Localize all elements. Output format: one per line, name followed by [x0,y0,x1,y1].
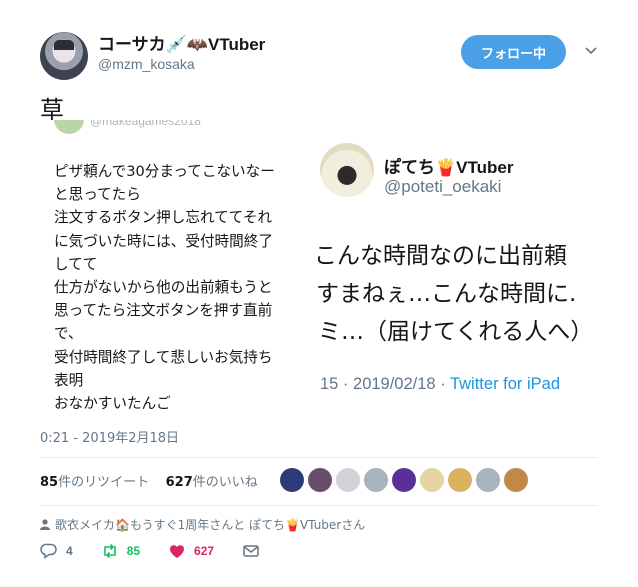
reply-context[interactable]: 歌衣メイカ🏠もうすぐ1周年さんと ぽてち🍟VTuberさん [40,516,365,533]
text-line: で、 [54,325,83,343]
author-handle[interactable]: @mzm_kosaka [98,56,195,72]
direct-message-button[interactable] [242,542,260,560]
retweet-count: 85 [126,544,141,558]
text-line: してて [54,255,98,273]
embedded-text: こんな時間なのに出前頼 すまねぇ…こんな時間に. ミ…（届けてくれる人へ） [312,237,604,351]
person-icon [40,519,50,530]
likes-label: 件のいいね [192,475,258,490]
reply-button[interactable]: 4 [40,542,73,560]
cropped-avatar [54,120,84,134]
embedded-display-name: ぽてち🍟VTuber [384,158,514,177]
text-line: おなかすいたんご [54,395,171,412]
retweet-icon [103,543,116,559]
liker-avatars [280,468,528,492]
author-avatar[interactable] [40,32,88,80]
liker-avatar[interactable] [420,468,444,492]
liker-avatar[interactable] [476,468,500,492]
author-display-name[interactable]: コーサカ💉🦇VTuber [98,30,265,55]
attached-image-left[interactable]: @makeagames2018 ピザ頼んで30分まってこないなー と思ってたら … [40,120,302,412]
retweet-button[interactable]: 85 [101,542,140,560]
text-line: こんな時間なのに出前頼 [314,243,567,269]
tweet-stats[interactable]: 85件のリツイート 627件のいいね [40,471,258,490]
action-bar: 4 85 627 [40,542,288,560]
reply-count: 4 [66,544,73,558]
tweet-timestamp[interactable]: 0:21 - 2019年2月18日 [40,427,179,446]
text-line: ピザ頼んで30分まってこないなー [54,163,275,180]
text-line: に気づいた時には、受付時間終了 [54,232,273,250]
liker-avatar[interactable] [448,468,472,492]
reply-icon [40,543,57,559]
text-line: と思ってたら [54,186,141,204]
attached-image-right[interactable]: ぽてち🍟VTuber @poteti_oekaki こんな時間なのに出前頼 すま… [312,135,604,412]
retweets-label: 件のリツイート [58,475,150,490]
divider [40,457,598,458]
following-button[interactable]: フォロー中 [461,35,566,69]
heart-icon [170,545,185,558]
chevron-down-icon[interactable] [584,44,598,58]
embedded-meta: 15 · 2019/02/18 · Twitter for iPad [320,375,560,394]
like-count: 627 [194,544,215,558]
text-line: 注文するボタン押し忘れててそれ [54,209,273,227]
liker-avatar[interactable] [308,468,332,492]
cropped-handle: @makeagames2018 [90,120,201,128]
liker-avatar[interactable] [280,468,304,492]
divider [40,505,598,506]
screenshot-text: ピザ頼んで30分まってこないなー と思ってたら 注文するボタン押し忘れててそれ … [54,160,302,412]
text-line: 仕方がないから他の出前頼もうと [54,279,273,297]
liker-avatar[interactable] [336,468,360,492]
like-button[interactable]: 627 [168,542,214,560]
embedded-date: 15 · 2019/02/18 · [320,375,450,393]
text-line: 表明 [54,371,84,389]
reply-context-text: 歌衣メイカ🏠もうすぐ1周年さんと ぽてち🍟VTuberさん [55,518,366,532]
liker-avatar[interactable] [392,468,416,492]
text-line: すまねぇ…こんな時間に. [316,281,577,307]
text-line: 思ってたら注文ボタンを押す直前 [54,302,273,320]
text-line: 受付時間終了して悲しいお気持ち [54,348,273,366]
likes-count: 627 [165,475,193,490]
embedded-avatar [320,143,374,197]
text-line: ミ…（届けてくれる人へ） [318,319,594,345]
liker-avatar[interactable] [364,468,388,492]
liker-avatar[interactable] [504,468,528,492]
retweets-count: 85 [40,475,59,490]
embedded-source: Twitter for iPad [449,375,561,393]
envelope-icon [243,545,259,557]
embedded-handle: @poteti_oekaki [384,177,502,196]
